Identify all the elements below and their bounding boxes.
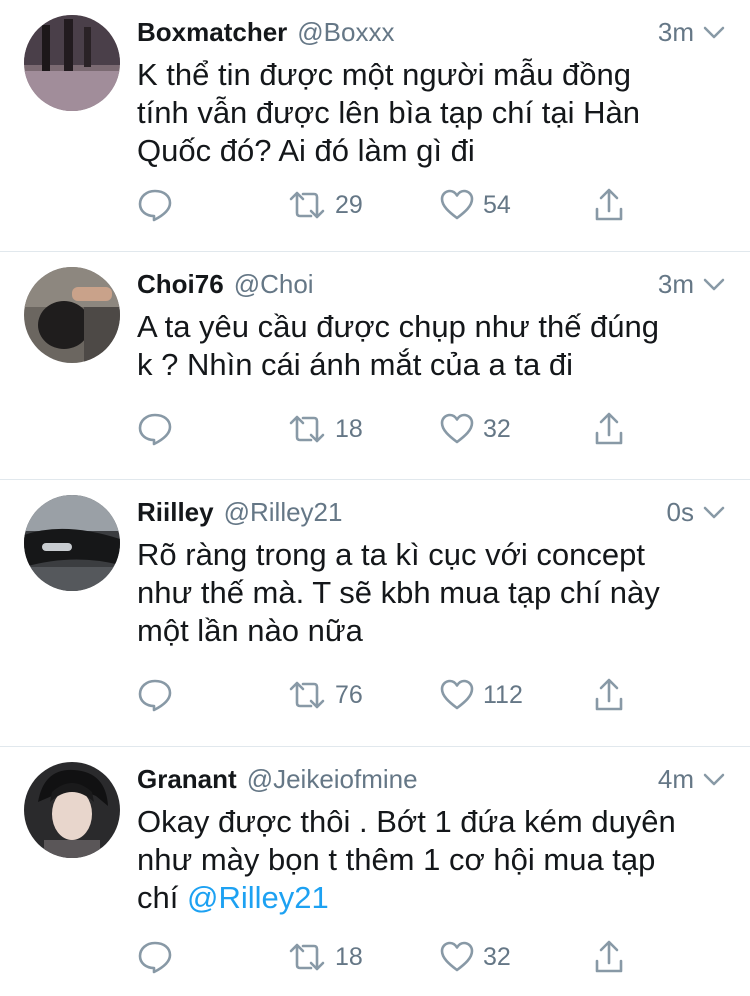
reply-button[interactable] — [137, 409, 173, 449]
like-count: 32 — [483, 942, 511, 971]
tweet-text-line: như thế mà. T sẽ kbh mua tạp chí này — [137, 575, 660, 610]
username[interactable]: @Choi — [234, 269, 314, 300]
avatar[interactable] — [24, 267, 120, 363]
tweet-text-line: Rõ ràng trong a ta kì cục với concept — [137, 537, 645, 572]
tweet-header: Riilley @Rilley21 0s — [137, 494, 726, 530]
tweet[interactable]: Granant @Jeikeiofmine 4m Okay được thôi … — [0, 747, 750, 996]
chevron-down-icon[interactable] — [702, 767, 726, 791]
reply-button[interactable] — [137, 185, 173, 225]
timestamp[interactable]: 3m — [658, 17, 694, 48]
reply-button[interactable] — [137, 675, 173, 715]
reply-icon — [137, 411, 173, 447]
tweet[interactable]: Boxmatcher @Boxxx 3m K thể tin được một … — [0, 0, 750, 252]
timestamp[interactable]: 4m — [658, 764, 694, 795]
tweet-text: Rõ ràng trong a ta kì cục với concept nh… — [137, 536, 720, 650]
like-count: 112 — [483, 680, 523, 709]
display-name[interactable]: Granant — [137, 764, 237, 795]
reply-button[interactable] — [137, 937, 173, 977]
tweet-text-line: tính vẫn được lên bìa tạp chí tại Hàn — [137, 95, 640, 130]
tweet-actions: 18 32 — [137, 409, 726, 449]
like-button[interactable]: 54 — [439, 185, 511, 225]
share-icon — [593, 411, 625, 447]
retweet-icon — [287, 939, 327, 975]
tweet-actions: 76 112 — [137, 675, 726, 715]
tweet-text-line: như mày bọn t thêm 1 cơ hội mua tạp — [137, 842, 656, 877]
like-button[interactable]: 32 — [439, 409, 511, 449]
tweet-text-line: một lần nào nữa — [137, 613, 363, 648]
display-name[interactable]: Choi76 — [137, 269, 224, 300]
username[interactable]: @Rilley21 — [224, 497, 343, 528]
retweet-count: 76 — [335, 680, 363, 709]
tweet-text-line: Quốc đó? Ai đó làm gì đi — [137, 133, 475, 168]
avatar[interactable] — [24, 15, 120, 111]
tweet-actions: 18 32 — [137, 937, 726, 977]
chevron-down-icon[interactable] — [702, 272, 726, 296]
like-icon — [439, 677, 475, 713]
tweet-text-line: K thể tin được một người mẫu đồng — [137, 57, 632, 92]
timestamp[interactable]: 0s — [667, 497, 694, 528]
tweet-text-line: A ta yêu cầu được chụp như thế đúng — [137, 309, 660, 344]
chevron-down-icon[interactable] — [702, 500, 726, 524]
share-button[interactable] — [593, 937, 625, 977]
tweet-actions: 29 54 — [137, 185, 726, 225]
tweet-header: Choi76 @Choi 3m — [137, 266, 726, 302]
display-name[interactable]: Riilley — [137, 497, 214, 528]
avatar[interactable] — [24, 762, 120, 858]
tweet[interactable]: Choi76 @Choi 3m A ta yêu cầu được chụp n… — [0, 252, 750, 480]
share-icon — [593, 187, 625, 223]
retweet-button[interactable]: 29 — [287, 185, 363, 225]
retweet-icon — [287, 187, 327, 223]
like-count: 54 — [483, 190, 511, 219]
tweet-text-line: k ? Nhìn cái ánh mắt của a ta đi — [137, 347, 573, 382]
retweet-count: 29 — [335, 190, 363, 219]
tweet-text-line: chí @Rilley21 — [137, 879, 720, 917]
retweet-icon — [287, 411, 327, 447]
like-icon — [439, 411, 475, 447]
retweet-count: 18 — [335, 942, 363, 971]
tweet-text-line: Okay được thôi . Bớt 1 đứa kém duyên — [137, 804, 676, 839]
retweet-icon — [287, 677, 327, 713]
like-button[interactable]: 112 — [439, 675, 523, 715]
like-icon — [439, 187, 475, 223]
share-button[interactable] — [593, 675, 625, 715]
tweet-text-fragment: chí — [137, 880, 187, 915]
chevron-down-icon[interactable] — [702, 20, 726, 44]
username[interactable]: @Jeikeiofmine — [247, 764, 418, 795]
tweet-text: Okay được thôi . Bớt 1 đứa kém duyên như… — [137, 803, 720, 917]
timestamp[interactable]: 3m — [658, 269, 694, 300]
reply-icon — [137, 677, 173, 713]
like-icon — [439, 939, 475, 975]
reply-icon — [137, 939, 173, 975]
avatar[interactable] — [24, 495, 120, 591]
share-icon — [593, 939, 625, 975]
tweet-text: A ta yêu cầu được chụp như thế đúng k ? … — [137, 308, 720, 384]
tweet[interactable]: Riilley @Rilley21 0s Rõ ràng trong a ta … — [0, 480, 750, 747]
retweet-button[interactable]: 76 — [287, 675, 363, 715]
tweet-header: Granant @Jeikeiofmine 4m — [137, 761, 726, 797]
like-count: 32 — [483, 414, 511, 443]
retweet-button[interactable]: 18 — [287, 937, 363, 977]
username[interactable]: @Boxxx — [297, 17, 394, 48]
mention-link[interactable]: @Rilley21 — [187, 880, 329, 915]
like-button[interactable]: 32 — [439, 937, 511, 977]
tweet-text: K thể tin được một người mẫu đồng tính v… — [137, 56, 720, 170]
share-icon — [593, 677, 625, 713]
reply-icon — [137, 187, 173, 223]
display-name[interactable]: Boxmatcher — [137, 17, 287, 48]
share-button[interactable] — [593, 185, 625, 225]
retweet-button[interactable]: 18 — [287, 409, 363, 449]
retweet-count: 18 — [335, 414, 363, 443]
share-button[interactable] — [593, 409, 625, 449]
tweet-header: Boxmatcher @Boxxx 3m — [137, 14, 726, 50]
